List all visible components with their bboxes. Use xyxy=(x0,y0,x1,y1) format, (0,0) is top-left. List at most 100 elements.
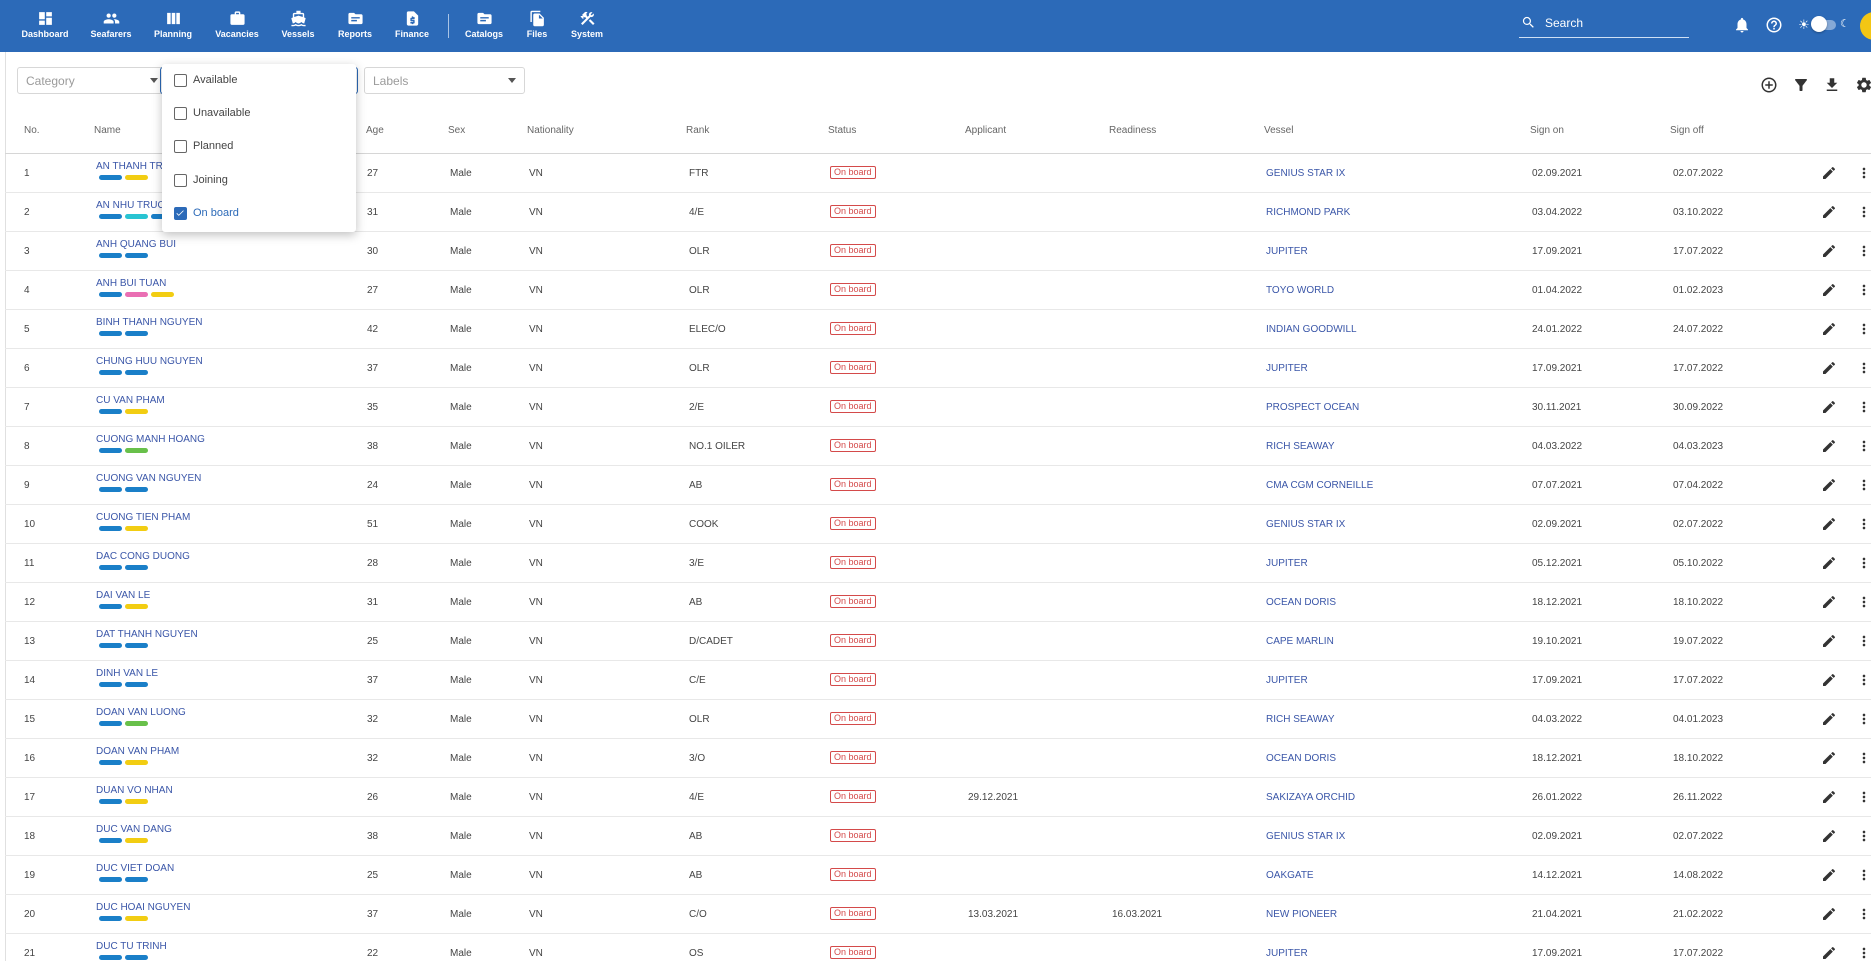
edit-icon[interactable] xyxy=(1821,360,1837,376)
edit-icon[interactable] xyxy=(1821,594,1837,610)
more-vert-icon[interactable] xyxy=(1856,477,1871,493)
more-vert-icon[interactable] xyxy=(1856,555,1871,571)
edit-icon[interactable] xyxy=(1821,243,1837,259)
more-vert-icon[interactable] xyxy=(1856,165,1871,181)
table-row[interactable]: 9 24 Male VN AB CMA CGM CORNEILLE 07.07.2021 07… xyxy=(5,466,1871,505)
cell-vessel[interactable]: JUPITER xyxy=(1266,948,1308,959)
cell-vessel[interactable]: PROSPECT OCEAN xyxy=(1266,402,1359,413)
seafarer-name-link[interactable]: ANH BUI TUAN xyxy=(96,278,166,289)
seafarer-name-link[interactable]: DAI VAN LE xyxy=(96,590,150,601)
seafarer-name-link[interactable]: DUC VIET DOAN xyxy=(96,863,174,874)
seafarer-name-link[interactable]: CUONG TIEN PHAM xyxy=(96,512,190,523)
cell-vessel[interactable]: INDIAN GOODWILL xyxy=(1266,324,1357,335)
edit-icon[interactable] xyxy=(1821,828,1837,844)
more-vert-icon[interactable] xyxy=(1856,789,1871,805)
cell-vessel[interactable]: SAKIZAYA ORCHID xyxy=(1266,792,1355,803)
more-vert-icon[interactable] xyxy=(1856,828,1871,844)
edit-icon[interactable] xyxy=(1821,945,1837,961)
column-header-sign-on[interactable]: Sign on xyxy=(1530,125,1564,136)
table-row[interactable]: 13 25 Male VN D/CADET CAPE MARLIN 19.10.2021 19… xyxy=(5,622,1871,661)
table-row[interactable]: 19 25 Male VN AB OAKGATE 14.12.2021 14.08.2022 D… xyxy=(5,856,1871,895)
table-row[interactable]: 8 38 Male VN NO.1 OILER RICH SEAWAY 04.03.2022… xyxy=(5,427,1871,466)
seafarer-name-link[interactable]: DOAN VAN PHAM xyxy=(96,746,179,757)
edit-icon[interactable] xyxy=(1821,906,1837,922)
seafarer-name-link[interactable]: CHUNG HUU NGUYEN xyxy=(96,356,203,367)
cell-vessel[interactable]: OAKGATE xyxy=(1266,870,1314,881)
column-header-readiness[interactable]: Readiness xyxy=(1109,125,1156,136)
nav-dashboard[interactable]: Dashboard xyxy=(13,10,77,39)
edit-icon[interactable] xyxy=(1821,672,1837,688)
gear-icon[interactable] xyxy=(1855,76,1871,94)
column-header-nationality[interactable]: Nationality xyxy=(527,125,574,136)
labels-filter[interactable]: Labels xyxy=(364,67,525,94)
help-icon[interactable] xyxy=(1765,16,1783,34)
more-vert-icon[interactable] xyxy=(1856,594,1871,610)
table-row[interactable]: 14 37 Male VN C/E JUPITER 17.09.2021 17.07.2022… xyxy=(5,661,1871,700)
seafarer-name-link[interactable]: CUONG MANH HOANG xyxy=(96,434,205,445)
seafarer-name-link[interactable]: DAC CONG DUONG xyxy=(96,551,190,562)
checkbox-checked[interactable] xyxy=(174,207,187,220)
status-option-on-board[interactable]: On board xyxy=(162,197,356,230)
more-vert-icon[interactable] xyxy=(1856,360,1871,376)
table-row[interactable]: 10 51 Male VN COOK GENIUS STAR IX 02.09.2021 02… xyxy=(5,505,1871,544)
cell-vessel[interactable]: GENIUS STAR IX xyxy=(1266,831,1345,842)
more-vert-icon[interactable] xyxy=(1856,711,1871,727)
table-row[interactable]: 5 42 Male VN ELEC/O INDIAN GOODWILL 24.01.2022… xyxy=(5,310,1871,349)
global-search[interactable] xyxy=(1519,12,1689,38)
table-row[interactable]: 21 22 Male VN OS JUPITER 17.09.2021 17.07.2022 D… xyxy=(5,934,1871,961)
filter-icon[interactable] xyxy=(1792,76,1810,94)
table-row[interactable]: 18 38 Male VN AB GENIUS STAR IX 02.09.2021 02.0… xyxy=(5,817,1871,856)
column-header-age[interactable]: Age xyxy=(366,125,384,136)
checkbox[interactable] xyxy=(174,174,187,187)
edit-icon[interactable] xyxy=(1821,750,1837,766)
seafarer-name-link[interactable]: CUONG VAN NGUYEN xyxy=(96,473,201,484)
table-row[interactable]: 15 32 Male VN OLR RICH SEAWAY 04.03.2022 04.01.… xyxy=(5,700,1871,739)
edit-icon[interactable] xyxy=(1821,438,1837,454)
table-row[interactable]: 7 35 Male VN 2/E PROSPECT OCEAN 30.11.2021 30.0… xyxy=(5,388,1871,427)
nav-finance[interactable]: Finance xyxy=(380,10,444,39)
checkbox[interactable] xyxy=(174,107,187,120)
more-vert-icon[interactable] xyxy=(1856,906,1871,922)
cell-vessel[interactable]: JUPITER xyxy=(1266,558,1308,569)
edit-icon[interactable] xyxy=(1821,321,1837,337)
avatar[interactable] xyxy=(1860,12,1871,40)
edit-icon[interactable] xyxy=(1821,555,1837,571)
seafarer-name-link[interactable]: DOAN VAN LUONG xyxy=(96,707,186,718)
status-option-joining[interactable]: Joining xyxy=(162,164,356,197)
seafarer-name-link[interactable]: DINH VAN LE xyxy=(96,668,158,679)
column-header-vessel[interactable]: Vessel xyxy=(1264,125,1293,136)
status-option-planned[interactable]: Planned xyxy=(162,130,356,163)
edit-icon[interactable] xyxy=(1821,204,1837,220)
table-row[interactable]: 20 37 Male VN C/O 13.03.2021 16.03.2021 NEW PIO… xyxy=(5,895,1871,934)
edit-icon[interactable] xyxy=(1821,399,1837,415)
edit-icon[interactable] xyxy=(1821,477,1837,493)
status-option-available[interactable]: Available xyxy=(162,64,356,97)
cell-vessel[interactable]: RICHMOND PARK xyxy=(1266,207,1350,218)
checkbox[interactable] xyxy=(174,74,187,87)
cell-vessel[interactable]: CMA CGM CORNEILLE xyxy=(1266,480,1373,491)
seafarer-name-link[interactable]: DUC HOAI NGUYEN xyxy=(96,902,190,913)
cell-vessel[interactable]: TOYO WORLD xyxy=(1266,285,1334,296)
edit-icon[interactable] xyxy=(1821,867,1837,883)
more-vert-icon[interactable] xyxy=(1856,243,1871,259)
table-row[interactable]: 17 26 Male VN 4/E 29.12.2021 SAKIZAYA ORCHID 26… xyxy=(5,778,1871,817)
nav-system[interactable]: System xyxy=(555,10,619,39)
more-vert-icon[interactable] xyxy=(1856,750,1871,766)
more-vert-icon[interactable] xyxy=(1856,204,1871,220)
table-row[interactable]: 12 31 Male VN AB OCEAN DORIS 18.12.2021 18.10.2… xyxy=(5,583,1871,622)
more-vert-icon[interactable] xyxy=(1856,633,1871,649)
cell-vessel[interactable]: OCEAN DORIS xyxy=(1266,753,1336,764)
seafarer-name-link[interactable]: CU VAN PHAM xyxy=(96,395,165,406)
cell-vessel[interactable]: RICH SEAWAY xyxy=(1266,441,1335,452)
nav-seafarers[interactable]: Seafarers xyxy=(79,10,143,39)
seafarer-name-link[interactable]: DAT THANH NGUYEN xyxy=(96,629,198,640)
edit-icon[interactable] xyxy=(1821,165,1837,181)
nav-reports[interactable]: Reports xyxy=(323,10,387,39)
cell-vessel[interactable]: JUPITER xyxy=(1266,246,1308,257)
nav-vessels[interactable]: Vessels xyxy=(266,10,330,39)
column-header-sign-off[interactable]: Sign off xyxy=(1670,125,1704,136)
seafarer-name-link[interactable]: DUC TU TRINH xyxy=(96,941,167,952)
edit-icon[interactable] xyxy=(1821,282,1837,298)
cell-vessel[interactable]: GENIUS STAR IX xyxy=(1266,168,1345,179)
seafarer-name-link[interactable]: ANH QUANG BUI xyxy=(96,239,176,250)
